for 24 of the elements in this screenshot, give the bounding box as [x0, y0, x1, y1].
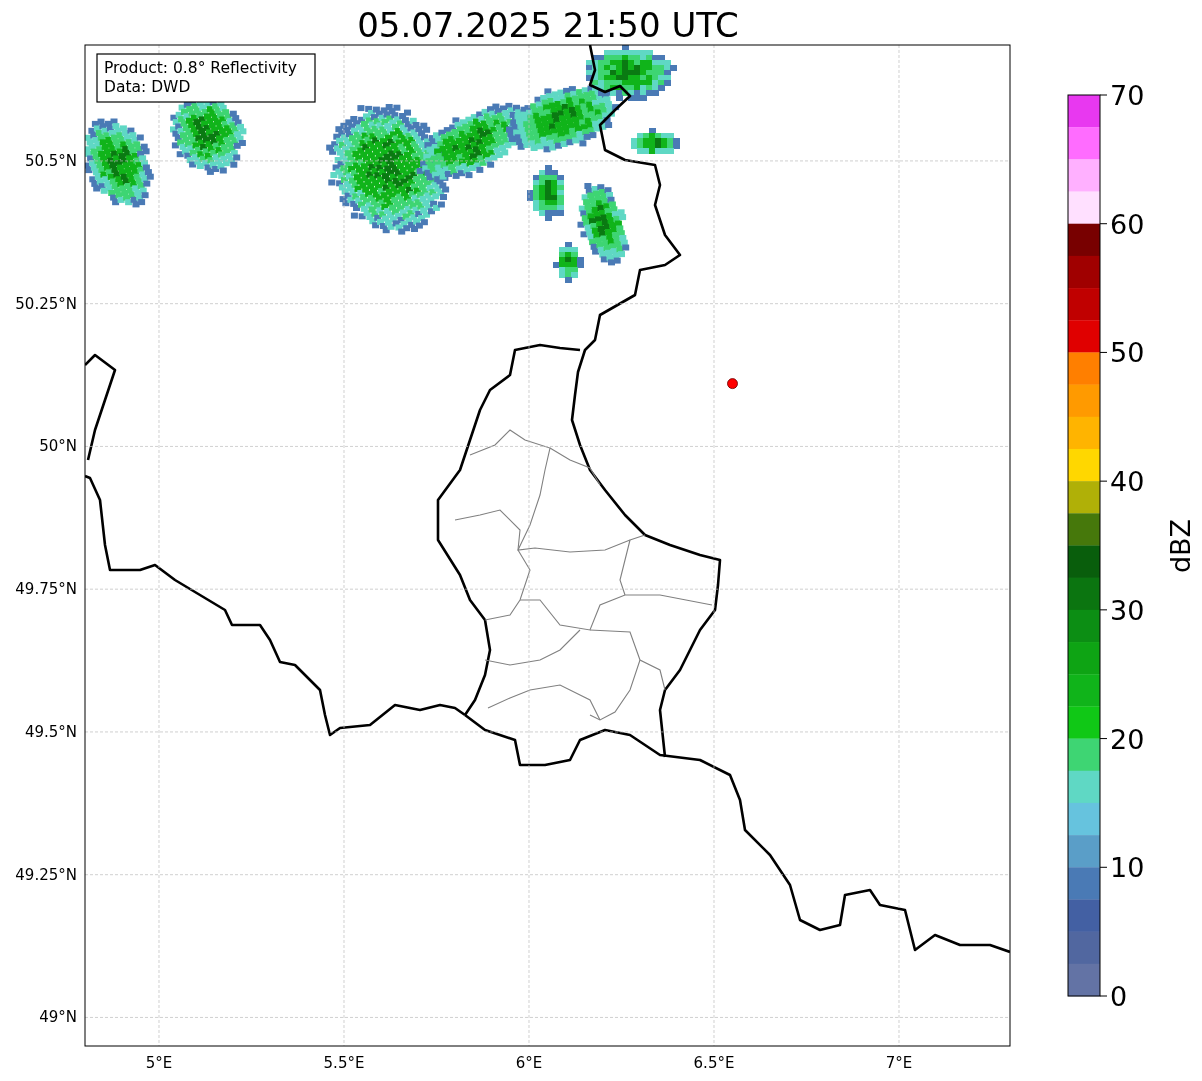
colorbar-tick-label: 50: [1110, 337, 1145, 369]
axis-tick-label: 6°E: [515, 1054, 543, 1072]
info-text: Product: 0.8° Reflectivity: [104, 59, 297, 77]
axis-tick-label: 5°E: [145, 1054, 173, 1072]
axis-tick-label: 49.75°N: [15, 580, 77, 599]
axis-tick-label: 50.5°N: [24, 151, 77, 170]
axis-tick-label: 49.25°N: [15, 865, 77, 884]
axis-tick-label: 6.5°E: [693, 1054, 735, 1072]
colorbar-tick-label: 30: [1110, 594, 1145, 626]
axis-tick-label: 50.25°N: [15, 294, 77, 313]
colorbar-tick-label: 0: [1110, 981, 1128, 1012]
axis-tick-label: 7°E: [885, 1054, 913, 1072]
colorbar-tick-label: 10: [1110, 852, 1145, 884]
colorbar-label: dBZ: [1165, 518, 1196, 574]
colorbar-tick-label: 70: [1110, 80, 1145, 111]
chart-title: 05.07.2025 21:50 UTC: [357, 5, 739, 45]
colorbar-tick-label: 20: [1110, 723, 1145, 755]
info-text: Data: DWD: [104, 78, 191, 96]
axis-tick-label: 5.5°E: [323, 1054, 365, 1072]
colorbar-tick-label: 40: [1110, 466, 1145, 498]
axis-tick-label: 49.5°N: [24, 722, 77, 741]
axis-tick-label: 49°N: [39, 1008, 77, 1027]
colorbar-tick-label: 60: [1110, 208, 1145, 240]
axis-tick-label: 50°N: [39, 437, 77, 456]
